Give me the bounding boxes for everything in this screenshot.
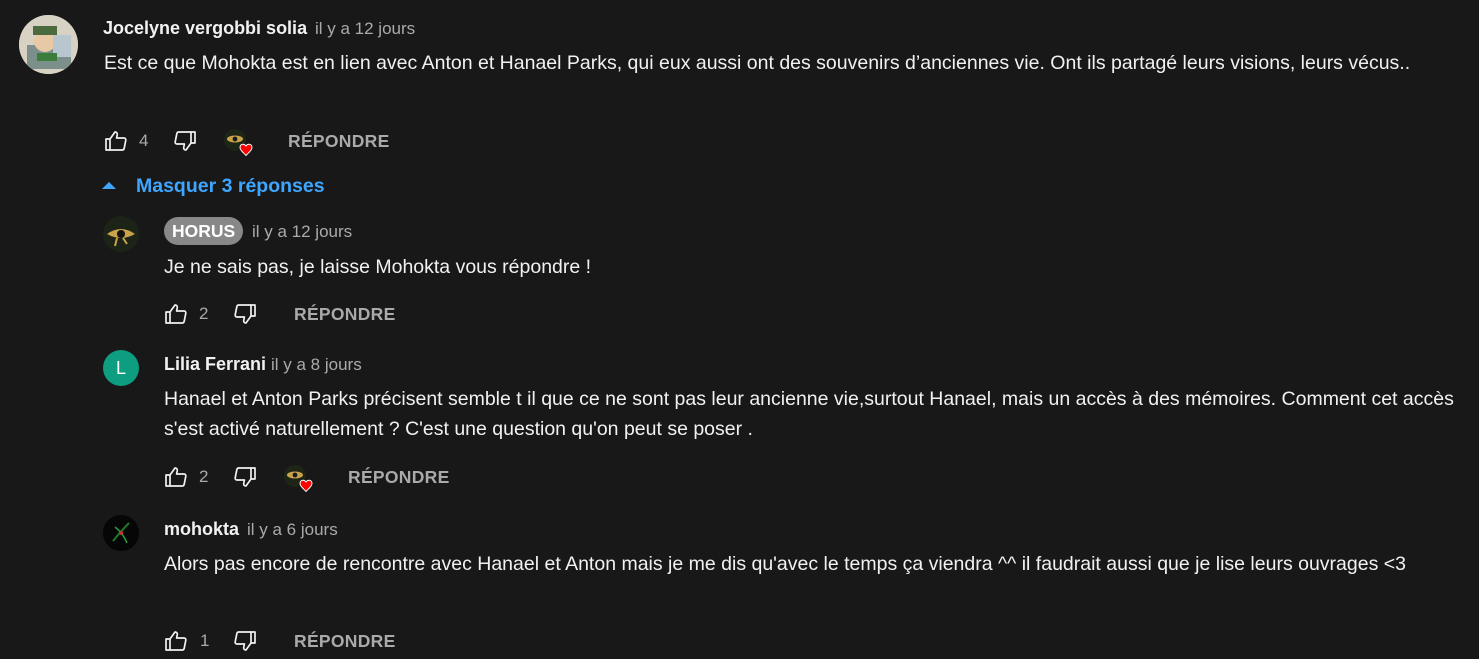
dislike-icon[interactable] — [173, 129, 197, 158]
like-count: 4 — [139, 131, 149, 150]
comment-timestamp[interactable]: il y a 6 jours — [247, 520, 338, 540]
comment-timestamp[interactable]: il y a 12 jours — [315, 19, 415, 39]
reply-button[interactable]: RÉPONDRE — [294, 304, 396, 325]
reply-button[interactable]: RÉPONDRE — [288, 131, 390, 152]
comment-text: Est ce que Mohokta est en lien avec Anto… — [104, 52, 1411, 74]
avatar-letter: L — [115, 357, 126, 378]
comment-author[interactable]: mohokta — [164, 519, 239, 540]
avatar[interactable] — [103, 216, 139, 252]
avatar[interactable] — [103, 515, 139, 551]
avatar[interactable]: L — [103, 350, 139, 386]
comment-author[interactable]: Jocelyne vergobbi solia — [103, 18, 307, 39]
like-count: 2 — [199, 304, 209, 323]
reply-comment: mohokta il y a 6 jours Alors pas encore … — [0, 510, 1479, 659]
like-icon[interactable] — [164, 465, 188, 494]
reply-comment: L Lilia Ferrani il y a 8 jours Hanael et… — [0, 345, 1479, 505]
comment-timestamp[interactable]: il y a 12 jours — [252, 222, 352, 242]
like-icon[interactable] — [104, 129, 128, 158]
hide-replies-label: Masquer 3 réponses — [136, 175, 325, 197]
reply-comment: HORUS il y a 12 jours Je ne sais pas, je… — [0, 210, 1479, 340]
comment-thread: Jocelyne vergobbi solia il y a 12 jours … — [0, 0, 1479, 170]
like-count: 2 — [199, 467, 209, 486]
reply-button[interactable]: RÉPONDRE — [294, 631, 396, 652]
creator-heart-icon — [223, 128, 259, 158]
dislike-icon[interactable] — [233, 629, 257, 658]
reply-button[interactable]: RÉPONDRE — [348, 467, 450, 488]
channel-owner-badge[interactable]: HORUS — [164, 217, 244, 245]
creator-heart-icon — [283, 464, 319, 494]
comment-timestamp[interactable]: il y a 8 jours — [271, 355, 362, 375]
comment-text: Alors pas encore de rencontre avec Hanae… — [164, 553, 1406, 575]
comment-text: Hanael et Anton Parks précisent semble t… — [164, 388, 1454, 440]
avatar[interactable] — [19, 15, 78, 74]
caret-up-icon — [100, 178, 118, 197]
comment-author[interactable]: Lilia Ferrani — [164, 354, 266, 375]
like-icon[interactable] — [164, 302, 188, 331]
like-icon[interactable] — [164, 629, 188, 658]
like-count: 1 — [200, 631, 210, 650]
dislike-icon[interactable] — [233, 465, 257, 494]
comment-text: Je ne sais pas, je laisse Mohokta vous r… — [164, 256, 592, 278]
hide-replies-button[interactable]: Masquer 3 réponses — [100, 172, 360, 200]
dislike-icon[interactable] — [233, 302, 257, 331]
